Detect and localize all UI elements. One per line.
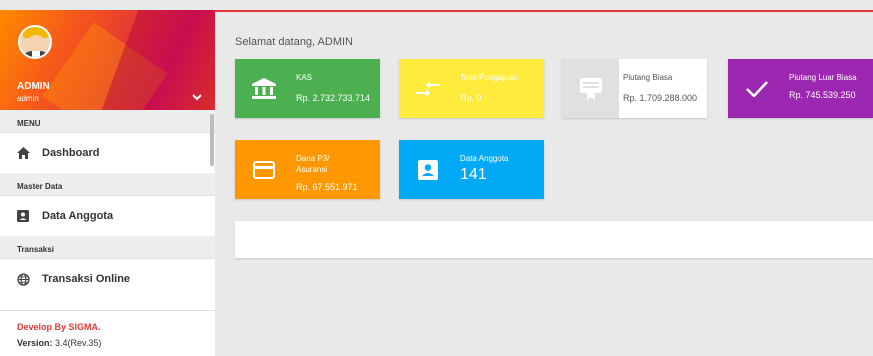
version-info: Version: 3.4(Rev.35) <box>17 338 102 348</box>
menu-header: MENU <box>0 110 215 133</box>
info-card-total-pengajuan[interactable]: Total Pengajuan Rp. 0 <box>399 59 544 118</box>
sidebar: ADMIN admin MENU Dashboard Master Data D… <box>0 10 215 356</box>
card-label: Data Anggota <box>460 154 509 163</box>
info-card-piutang-luar-biasa[interactable]: Piutang Luar Biasa Rp. 745.539.250 <box>728 59 873 118</box>
compare-arrows-icon <box>399 59 456 118</box>
menu-section-master-data: Master Data <box>0 173 215 196</box>
sidebar-item-transaksi-online[interactable]: Transaksi Online <box>0 259 215 299</box>
card-value: Rp. 67.551.971 <box>296 182 358 192</box>
card-label: Total Pengajuan <box>460 73 518 82</box>
content-panel <box>235 221 873 258</box>
avatar[interactable] <box>18 25 52 59</box>
card-value: 141 <box>460 166 487 183</box>
info-card-piutang-biasa[interactable]: Piutang Biasa Rp. 1.709.288.000 <box>562 59 707 118</box>
bank-icon <box>235 59 292 118</box>
account-box-icon <box>16 209 30 223</box>
welcome-message: Selamat datang, ADMIN <box>235 36 354 48</box>
info-card-data-anggota[interactable]: Data Anggota 141 <box>399 140 544 199</box>
info-card-dana-p3-asuransi[interactable]: Dana P3/ Asuransi Rp. 67.551.971 <box>235 140 380 199</box>
card-membership-icon <box>562 59 619 118</box>
card-label: Piutang Luar Biasa <box>789 73 857 82</box>
card-label: Dana P3/ Asuransi <box>296 154 330 174</box>
user-name: ADMIN <box>17 81 50 92</box>
developer-credit: Develop By SIGMA. <box>17 322 101 332</box>
sidebar-scrollbar[interactable] <box>210 114 214 166</box>
sidebar-item-data-anggota[interactable]: Data Anggota <box>0 196 215 236</box>
globe-icon <box>16 272 30 286</box>
user-role: admin <box>17 94 39 103</box>
credit-card-icon <box>235 140 292 199</box>
info-card-kas[interactable]: KAS Rp. 2.732.733.714 <box>235 59 380 118</box>
card-value: Rp. 2.732.733.714 <box>296 93 371 103</box>
home-icon <box>16 146 30 160</box>
card-label: Piutang Biasa <box>623 73 673 82</box>
card-label: KAS <box>296 73 313 82</box>
check-icon <box>728 59 785 118</box>
sidebar-item-label: Transaksi Online <box>42 273 131 285</box>
card-value: Rp. 1.709.288.000 <box>623 93 698 103</box>
user-panel: ADMIN admin <box>0 10 215 110</box>
card-value: Rp. 0 <box>460 93 482 103</box>
sidebar-item-label: Dashboard <box>42 147 100 159</box>
top-accent-line <box>215 10 873 12</box>
menu-section-transaksi: Transaksi <box>0 236 215 259</box>
account-box-icon <box>399 140 456 199</box>
sidebar-item-label: Data Anggota <box>42 210 114 222</box>
sidebar-footer: Develop By SIGMA. Version: 3.4(Rev.35) <box>0 310 215 356</box>
sidebar-item-dashboard[interactable]: Dashboard <box>0 133 215 173</box>
chevron-down-icon[interactable] <box>192 92 202 104</box>
card-value: Rp. 745.539.250 <box>789 90 856 100</box>
